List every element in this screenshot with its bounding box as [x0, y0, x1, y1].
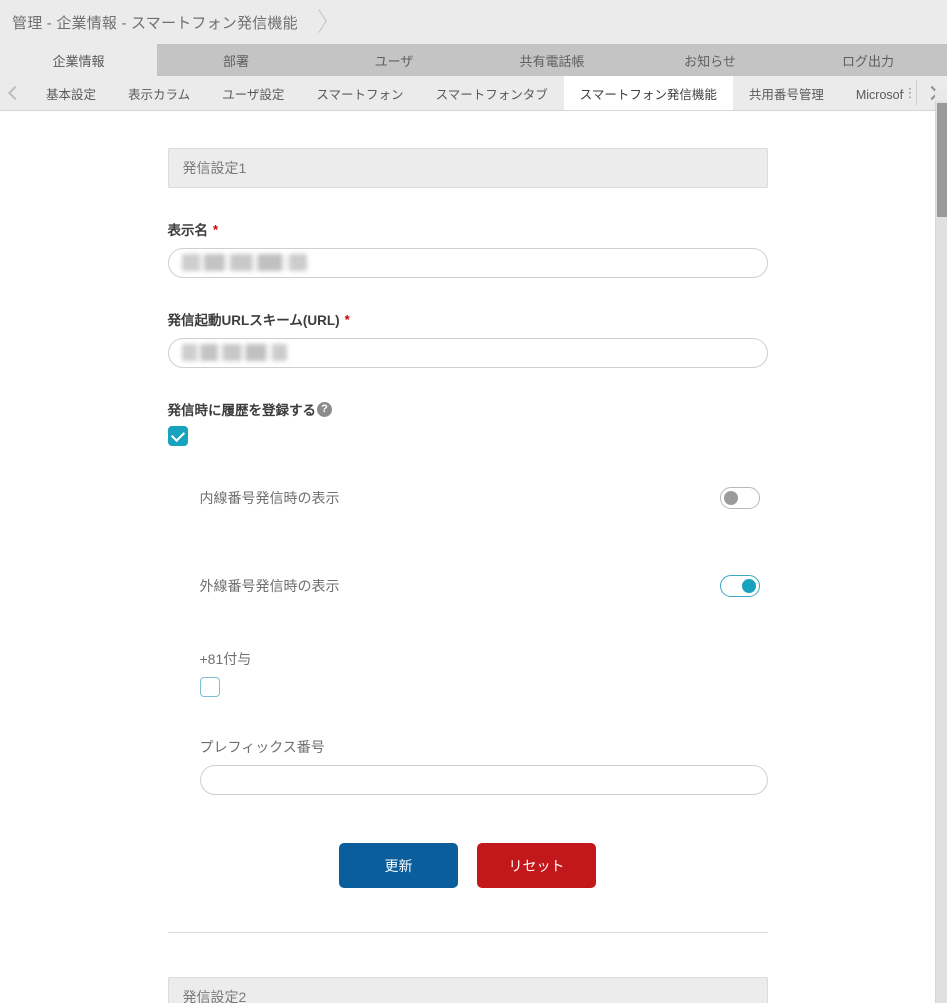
primary-tab-4[interactable]: お知らせ [631, 44, 789, 76]
external-number-toggle-label: 外線番号発信時の表示 [199, 578, 340, 594]
section-header-1: 発信設定1 [167, 148, 768, 188]
sub-tab-list: 基本設定 表示カラム ユーザ設定 スマートフォン スマートフォンタブ スマートフォン発信機… [30, 76, 904, 110]
display-name-label-text: 表示名 [167, 223, 209, 238]
prefix-field: プレフィックス番号 [168, 737, 768, 795]
form-actions: 更新 リセット [168, 843, 768, 888]
external-number-toggle-row: 外線番号発信時の表示 [168, 575, 768, 597]
primary-tab-bar: 企業情報 部署 ユーザ 共有電話帳 お知らせ ログ出力 [0, 44, 947, 76]
breadcrumb: 管理 - 企業情報 - スマートフォン発信機能 [12, 14, 298, 32]
display-name-input-wrapper [167, 248, 768, 278]
chevron-left-icon [7, 85, 23, 101]
chevron-right-icon [308, 9, 334, 35]
sub-tab-1[interactable]: 表示カラム [112, 76, 206, 110]
primary-tab-label: 企業情報 [52, 53, 105, 69]
section-divider [167, 932, 768, 933]
required-mark: * [213, 221, 219, 237]
sub-tab-5[interactable]: スマートフォン発信機能 [563, 76, 733, 110]
content-area: 発信設定1 表示名 * 発信起動URLスキーム(URL) * 発信時に履歴を登録… [0, 111, 935, 1003]
sub-tab-7[interactable]: Microsoft 365設定 [840, 76, 904, 110]
register-history-label-text: 発信時に履歴を登録する [167, 403, 317, 418]
check-icon [170, 427, 185, 443]
sub-tab-label: ユーザ設定 [222, 87, 285, 102]
scrollbar-corner [935, 90, 947, 101]
toggle-knob [723, 490, 738, 505]
url-scheme-label-text: 発信起動URLスキーム(URL) [167, 313, 340, 328]
breadcrumb-bar: 管理 - 企業情報 - スマートフォン発信機能 [0, 0, 947, 44]
primary-tab-label: 部署 [222, 53, 249, 69]
primary-tab-label: お知らせ [684, 53, 736, 69]
register-history-checkbox[interactable] [167, 426, 188, 446]
sub-tab-label: スマートフォン発信機能 [579, 87, 717, 102]
internal-number-toggle-label: 内線番号発信時の表示 [199, 490, 340, 506]
sub-tab-label: 共用番号管理 [748, 87, 824, 102]
primary-tab-label: ログ出力 [841, 53, 894, 69]
sub-tab-4[interactable]: スマートフォンタブ [420, 76, 564, 110]
primary-tab-2[interactable]: ユーザ [315, 44, 473, 76]
sub-tab-label: 表示カラム [128, 87, 191, 102]
update-button[interactable]: 更新 [339, 843, 458, 888]
sub-tab-label: スマートフォン [316, 87, 404, 102]
section-header-2: 発信設定2 [167, 977, 768, 1003]
url-scheme-label: 発信起動URLスキーム(URL) * [168, 309, 768, 329]
vertical-scrollbar[interactable] [935, 101, 947, 1003]
internal-number-toggle-row: 内線番号発信時の表示 [168, 487, 768, 509]
scrollbar-thumb[interactable] [937, 103, 947, 217]
register-history-label: 発信時に履歴を登録する ? [168, 399, 768, 419]
subtab-overflow-indicator: ⋮ [903, 85, 917, 100]
prefix-label: プレフィックス番号 [199, 739, 325, 755]
sub-tab-0[interactable]: 基本設定 [30, 76, 112, 110]
sub-tab-2[interactable]: ユーザ設定 [206, 76, 300, 110]
plus81-checkbox[interactable] [199, 677, 220, 697]
internal-number-toggle[interactable] [719, 487, 760, 509]
primary-tab-1[interactable]: 部署 [157, 44, 315, 76]
reset-button[interactable]: リセット [477, 843, 596, 888]
plus81-field: +81付与 [168, 649, 768, 702]
sub-tab-6[interactable]: 共用番号管理 [733, 76, 840, 110]
app-window: 管理 - 企業情報 - スマートフォン発信機能 企業情報 部署 ユーザ 共有電話帳 お知… [0, 0, 947, 1003]
toggle-knob [741, 578, 756, 593]
display-name-label: 表示名 * [168, 219, 768, 239]
external-number-toggle[interactable] [719, 575, 760, 597]
prefix-input[interactable] [199, 765, 768, 795]
sub-tab-bar: 基本設定 表示カラム ユーザ設定 スマートフォン スマートフォンタブ スマートフォン発信機… [0, 76, 947, 111]
primary-tab-5[interactable]: ログ出力 [789, 44, 947, 76]
sub-tab-3[interactable]: スマートフォン [300, 76, 419, 110]
sub-tab-label: スマートフォンタブ [435, 87, 548, 102]
plus81-label: +81付与 [199, 651, 252, 667]
display-name-input[interactable] [167, 248, 768, 278]
primary-tab-label: 共有電話帳 [519, 53, 585, 69]
url-scheme-input[interactable] [167, 338, 768, 368]
help-circle-icon[interactable]: ? [317, 401, 332, 417]
primary-tab-0[interactable]: 企業情報 [0, 44, 157, 76]
subtab-scroll-left-button[interactable] [0, 76, 30, 110]
primary-tab-label: ユーザ [374, 53, 414, 69]
required-mark: * [344, 311, 350, 327]
sub-tab-label: 基本設定 [46, 87, 97, 102]
settings-form: 発信設定1 表示名 * 発信起動URLスキーム(URL) * 発信時に履歴を登録… [167, 111, 768, 1003]
primary-tab-3[interactable]: 共有電話帳 [473, 44, 631, 76]
sub-tab-label: Microsoft 365設定 [855, 87, 904, 102]
url-scheme-input-wrapper [167, 338, 768, 368]
